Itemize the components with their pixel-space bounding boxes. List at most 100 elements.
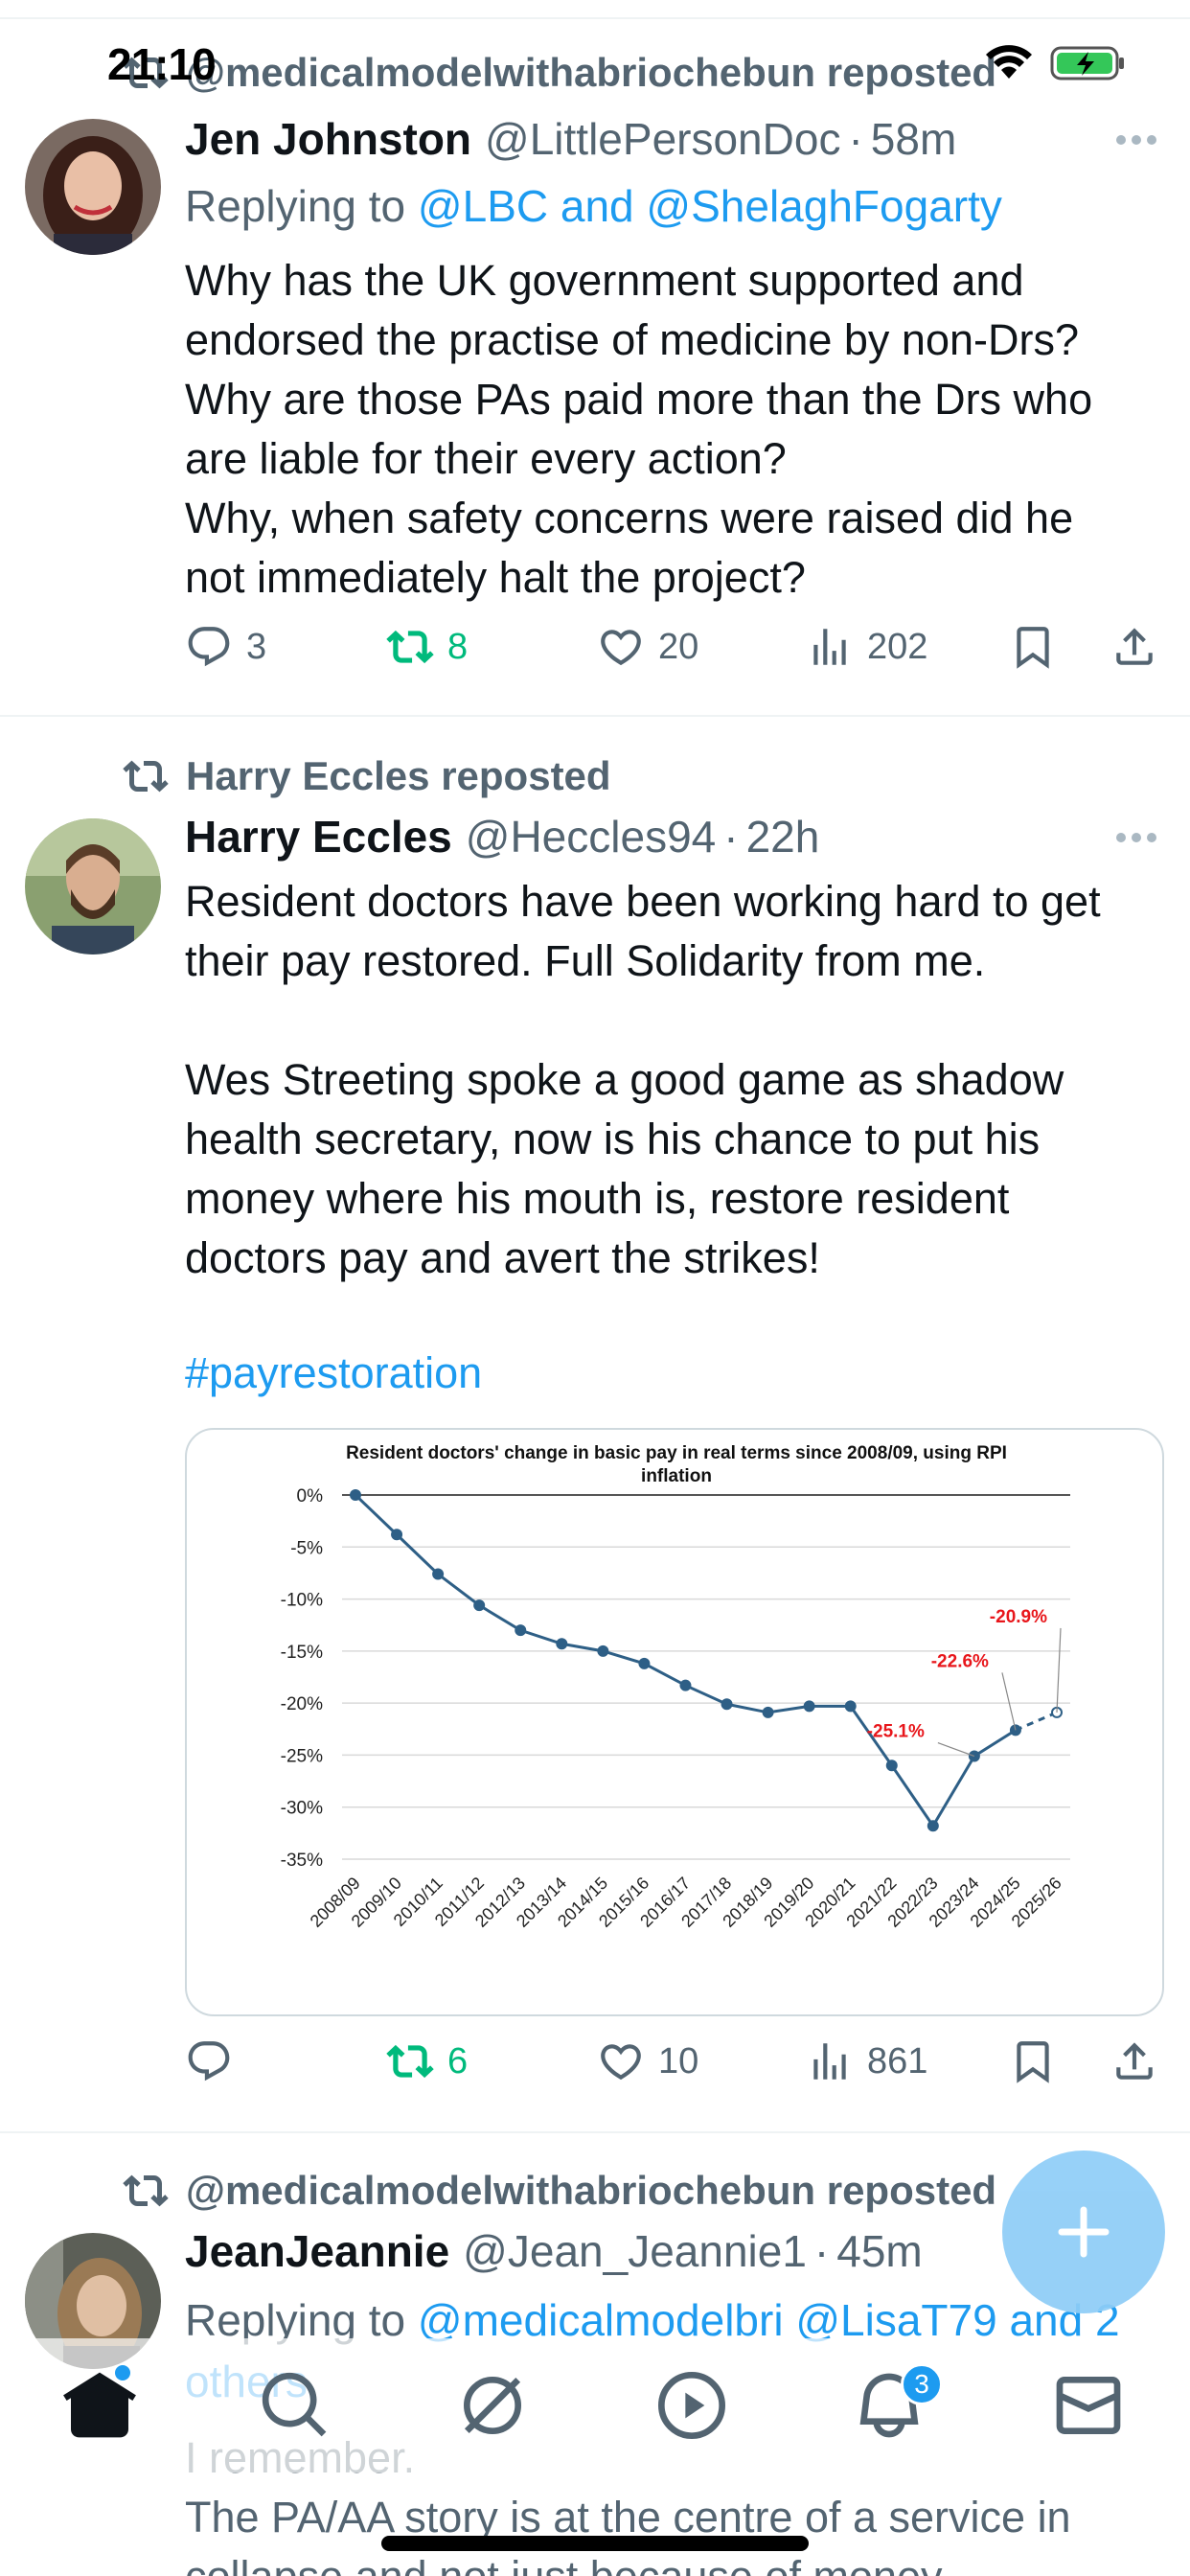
action-bar: 3 8 20 202 — [185, 623, 1172, 684]
battery-icon — [1050, 46, 1124, 80]
messages-icon[interactable] — [1050, 2367, 1127, 2444]
chart-annotation-label: -22.6% — [931, 1651, 989, 1671]
bookmark-button[interactable] — [1009, 623, 1070, 671]
repost-label: @medicalmodelwithabriochebun reposted — [186, 2168, 997, 2213]
chart-point — [638, 1657, 651, 1669]
more-icon[interactable] — [1113, 130, 1159, 150]
replying-to-mentions[interactable]: @LBC and @ShelaghFogarty — [418, 181, 1002, 231]
chart-y-tick-label: -35% — [281, 1851, 323, 1871]
chart-annotation-leader — [1001, 1672, 1017, 1731]
wifi-icon — [986, 45, 1032, 79]
display-name[interactable]: Harry Eccles — [185, 811, 452, 862]
timestamp[interactable]: 58m — [871, 113, 956, 165]
repost-count: 6 — [447, 2040, 469, 2082]
handle[interactable]: @Heccles94 — [466, 811, 716, 862]
action-bar: 6 10 861 — [185, 2037, 1172, 2099]
timestamp[interactable]: 22h — [746, 811, 820, 862]
handle[interactable]: @LittlePersonDoc — [485, 113, 840, 165]
separator-dot: · — [723, 812, 739, 862]
display-name[interactable]: JeanJeannie — [185, 2225, 449, 2277]
like-button[interactable]: 20 — [597, 623, 698, 671]
chart-y-tick-label: -5% — [290, 1538, 323, 1558]
grok-icon[interactable] — [454, 2367, 531, 2444]
retweet-icon — [386, 630, 434, 664]
timestamp[interactable]: 45m — [836, 2225, 922, 2277]
like-button[interactable]: 10 — [597, 2037, 698, 2085]
search-icon[interactable] — [257, 2367, 333, 2444]
notifications-badge: 3 — [901, 2363, 943, 2405]
display-name[interactable]: Jen Johnston — [185, 113, 471, 165]
tweet-header: Harry Eccles @Heccles94 · 22h — [185, 811, 819, 862]
like-count: 10 — [658, 2040, 699, 2082]
reply-count: 3 — [246, 626, 267, 667]
chart-title-line-1: Resident doctors' change in basic pay in… — [346, 1443, 1007, 1463]
separator-dot: · — [848, 114, 863, 164]
home-indicator[interactable] — [381, 2536, 809, 2551]
chart-series-line — [354, 1493, 1017, 1829]
bookmark-icon — [1017, 2041, 1049, 2083]
chart-point — [432, 1568, 445, 1580]
chart-y-tick-label: -30% — [281, 1799, 323, 1819]
chart-point — [803, 1700, 815, 1713]
pay-chart: Resident doctors' change in basic pay in… — [281, 1443, 1070, 1931]
chart-title-line-2: inflation — [641, 1466, 712, 1486]
repost-count: 8 — [447, 626, 469, 667]
chart-point — [885, 1760, 898, 1772]
handle[interactable]: @Jean_Jeannie1 — [463, 2225, 807, 2277]
home-unread-dot — [115, 2365, 130, 2380]
chart-point — [927, 1820, 939, 1832]
video-icon[interactable] — [653, 2367, 730, 2444]
reply-button[interactable]: 3 — [185, 623, 266, 671]
share-icon — [1116, 628, 1153, 665]
retweet-icon — [123, 760, 169, 793]
views-icon — [813, 2043, 846, 2080]
chart-point — [721, 1698, 733, 1711]
replying-prefix: Replying to — [185, 181, 418, 231]
compose-icon — [1058, 2206, 1110, 2258]
repost-line: Harry Eccles reposted — [123, 753, 611, 799]
chart-point — [844, 1700, 857, 1713]
chart-image[interactable]: Resident doctors' change in basic pay in… — [185, 1428, 1164, 2016]
views-count: 861 — [867, 2040, 928, 2082]
like-icon — [601, 630, 641, 666]
repost-line: @medicalmodelwithabriochebun reposted — [123, 2168, 996, 2214]
chart-annotation-label: -20.9% — [990, 1607, 1047, 1627]
tweet-text: Why has the UK government supported and … — [185, 256, 1093, 602]
chart-y-tick-label: 0% — [297, 1486, 324, 1506]
views-button[interactable]: 202 — [806, 623, 927, 671]
retweet-icon — [386, 2044, 434, 2079]
chart-y-tick-label: -15% — [281, 1643, 323, 1663]
reply-button[interactable] — [185, 2037, 246, 2085]
more-icon[interactable] — [1113, 828, 1159, 847]
tweet-text: Resident doctors have been working hard … — [185, 877, 1101, 1282]
chart-point — [515, 1624, 527, 1637]
bottom-tab-bar — [0, 2338, 1190, 2472]
share-button[interactable] — [1110, 2037, 1172, 2085]
avatar[interactable] — [25, 818, 161, 954]
chart-point — [556, 1638, 568, 1650]
replying-to: Replying to @LBC and @ShelaghFogarty — [185, 180, 1002, 232]
share-button[interactable] — [1110, 623, 1172, 671]
repost-button[interactable]: 6 — [386, 2037, 468, 2085]
chart-series-projection — [1015, 1711, 1058, 1732]
chart-y-tick-label: -25% — [281, 1746, 323, 1766]
views-icon — [813, 629, 846, 665]
share-icon — [1116, 2042, 1153, 2080]
tweet-header: Jen Johnston @LittlePersonDoc · 58m — [185, 113, 956, 165]
chart-point — [391, 1529, 403, 1541]
avatar[interactable] — [25, 119, 161, 255]
chart-y-tick-label: -10% — [281, 1591, 323, 1611]
divider — [0, 715, 1190, 717]
repost-button[interactable]: 8 — [386, 623, 468, 671]
bookmark-button[interactable] — [1009, 2037, 1070, 2085]
tweet-header: JeanJeannie @Jean_Jeannie1 · 45m — [185, 2225, 923, 2277]
like-count: 20 — [658, 626, 699, 667]
retweet-icon — [123, 2174, 169, 2207]
bookmark-icon — [1017, 627, 1049, 669]
reply-icon — [188, 2041, 230, 2082]
views-button[interactable]: 861 — [806, 2037, 927, 2085]
divider — [0, 2131, 1190, 2133]
compose-button[interactable] — [1002, 2150, 1165, 2313]
reply-icon — [188, 627, 230, 667]
hashtag-link[interactable]: #payrestoration — [185, 1344, 1172, 1403]
